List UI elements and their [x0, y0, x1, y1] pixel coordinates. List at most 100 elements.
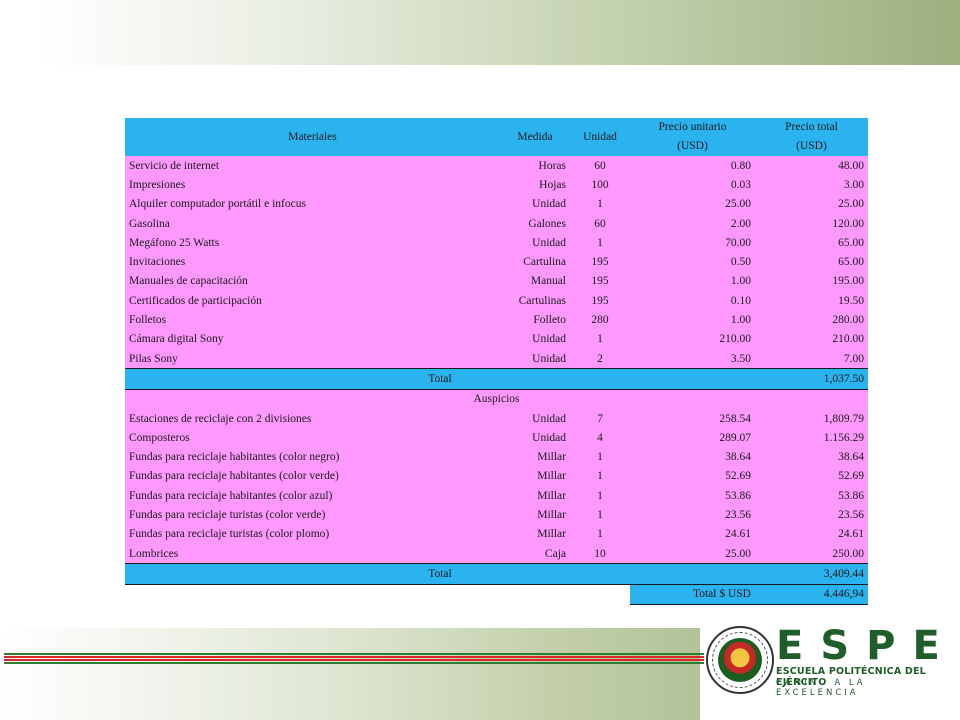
cell-medida: Unidad — [500, 348, 570, 369]
cell-material: Invitaciones — [125, 252, 500, 272]
cell-medida: Manual — [500, 271, 570, 292]
cell-precio-total: 120.00 — [755, 213, 868, 234]
cell-precio-unitario: 289.07 — [630, 428, 755, 448]
total-materiales-row-label: Total — [125, 368, 755, 390]
table-row: Certificados de participación Cartulinas 1… — [125, 291, 868, 311]
cell-precio-unitario: 3.50 — [630, 348, 755, 369]
cell-unidad: 1 — [570, 329, 630, 349]
cell-precio-unitario: 0.03 — [630, 175, 755, 195]
footer-rule-lines — [4, 653, 704, 665]
cell-precio-total: 52.69 — [755, 466, 868, 487]
cell-precio-unitario: 1.00 — [630, 271, 755, 292]
cell-medida: Cartulina — [500, 252, 570, 272]
cell-medida: Millar — [500, 486, 570, 506]
cell-precio-unitario: 0.10 — [630, 291, 755, 311]
table-row: Estaciones de reciclaje con 2 divisiones… — [125, 408, 868, 429]
cell-material: Fundas para reciclaje turistas (color pl… — [125, 524, 500, 544]
cell-precio-total: 7.00 — [755, 348, 868, 369]
cell-precio-unitario: 70.00 — [630, 233, 755, 253]
cell-precio-total: 3.00 — [755, 175, 868, 195]
cell-precio-unitario: 38.64 — [630, 447, 755, 467]
header-precio-unitario-line1: Precio unitario — [658, 121, 727, 133]
cell-precio-unitario: 210.00 — [630, 329, 755, 349]
cell-precio-unitario: 2.00 — [630, 213, 755, 234]
cell-unidad: 1 — [570, 233, 630, 253]
grand-total-row: Total $ USD 4.446,94 — [125, 583, 868, 605]
cell-precio-total: 48.00 — [755, 156, 868, 176]
cell-precio-total: 250.00 — [755, 543, 868, 564]
cell-material: Fundas para reciclaje turistas (color ve… — [125, 505, 500, 525]
cell-precio-unitario: 0.50 — [630, 252, 755, 272]
table-row: Folletos Folleto 280 1.00 280.00 — [125, 310, 868, 330]
cell-medida: Galones — [500, 213, 570, 234]
table-header-row: Materiales Medida Unidad Precio unitario… — [125, 118, 868, 156]
cell-unidad: 1 — [570, 466, 630, 487]
cell-unidad: 195 — [570, 291, 630, 311]
cell-unidad: 195 — [570, 252, 630, 272]
auspicios-heading: Auspicios — [125, 389, 868, 409]
table-row: Manuales de capacitación Manual 195 1.00 195… — [125, 271, 868, 292]
cell-precio-unitario: 0.80 — [630, 156, 755, 176]
cell-material: Certificados de participación — [125, 291, 500, 311]
cell-precio-unitario: 1.00 — [630, 310, 755, 330]
cell-unidad: 2 — [570, 348, 630, 369]
cell-precio-unitario: 23.56 — [630, 505, 755, 525]
cell-precio-unitario: 52.69 — [630, 466, 755, 487]
bottom-gradient-band — [0, 628, 700, 720]
cell-medida: Horas — [500, 156, 570, 176]
cell-material: Gasolina — [125, 213, 500, 234]
cell-unidad: 1 — [570, 505, 630, 525]
cell-medida: Hojas — [500, 175, 570, 195]
cell-precio-unitario: 53.86 — [630, 486, 755, 506]
cell-unidad: 1 — [570, 194, 630, 214]
cell-unidad: 10 — [570, 543, 630, 564]
auspicios-section-row: Auspicios — [125, 389, 868, 409]
espe-motto: CAMINO A LA EXCELENCIA — [776, 678, 866, 698]
cell-material: Alquiler computador portátil e infocus — [125, 194, 500, 214]
cell-material: Lombrices — [125, 543, 500, 564]
cell-precio-total: 65.00 — [755, 233, 868, 253]
cell-medida: Millar — [500, 524, 570, 544]
cell-precio-total: 24.61 — [755, 524, 868, 544]
header-precio-total-line2: (USD) — [796, 140, 827, 152]
budget-table: Materiales Medida Unidad Precio unitario… — [125, 118, 868, 605]
cell-precio-total: 25.00 — [755, 194, 868, 214]
rule-red-2 — [4, 659, 704, 661]
header-precio-unitario-line2: (USD) — [677, 140, 708, 152]
cell-medida: Unidad — [500, 428, 570, 448]
cell-precio-total: 1,809.79 — [755, 408, 868, 429]
header-precio-total: Precio total (USD) — [755, 118, 868, 156]
total-auspicios-row: Total 3,409.44 — [125, 563, 868, 585]
header-medida: Medida — [500, 118, 570, 156]
table-row: Fundas para reciclaje turistas (color pl… — [125, 524, 868, 544]
cell-precio-unitario: 24.61 — [630, 524, 755, 544]
cell-material: Servicio de internet — [125, 156, 500, 176]
cell-material: Megáfono 25 Watts — [125, 233, 500, 253]
cell-unidad: 60 — [570, 213, 630, 234]
cell-precio-total: 53.86 — [755, 486, 868, 506]
cell-medida: Millar — [500, 505, 570, 525]
table-row: Lombrices Caja 10 25.00 250.00 — [125, 543, 868, 564]
cell-material: Estaciones de reciclaje con 2 divisiones — [125, 408, 500, 429]
cell-precio-unitario: 25.00 — [630, 543, 755, 564]
cell-material: Composteros — [125, 428, 500, 448]
header-precio-unitario: Precio unitario (USD) — [630, 118, 755, 156]
grand-total-value: 4.446,94 — [755, 583, 868, 605]
espe-logo: ESPE ESCUELA POLITÉCNICA DEL EJÉRCITO CA… — [706, 624, 950, 698]
table-row: Fundas para reciclaje habitantes (color … — [125, 447, 868, 467]
cell-medida: Cartulinas — [500, 291, 570, 311]
cell-unidad: 280 — [570, 310, 630, 330]
cell-material: Fundas para reciclaje habitantes (color … — [125, 486, 500, 506]
total-auspicios-row-label: Total — [125, 563, 755, 585]
table-row: Gasolina Galones 60 2.00 120.00 — [125, 213, 868, 234]
cell-material: Fundas para reciclaje habitantes (color … — [125, 447, 500, 467]
cell-unidad: 100 — [570, 175, 630, 195]
cell-medida: Caja — [500, 543, 570, 564]
cell-unidad: 60 — [570, 156, 630, 176]
cell-unidad: 1 — [570, 486, 630, 506]
header-precio-total-line1: Precio total — [785, 121, 838, 133]
table-row: Pilas Sony Unidad 2 3.50 7.00 — [125, 348, 868, 369]
cell-medida: Unidad — [500, 329, 570, 349]
cell-precio-total: 19.50 — [755, 291, 868, 311]
cell-unidad: 4 — [570, 428, 630, 448]
